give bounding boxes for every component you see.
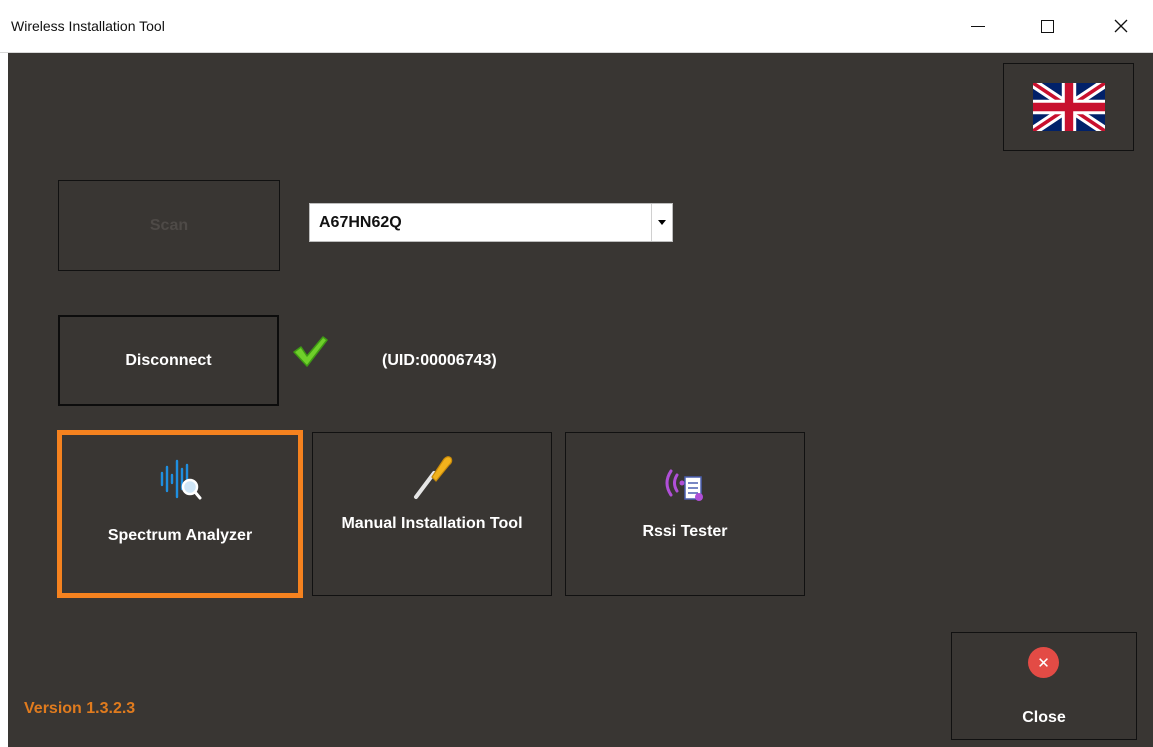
minimize-icon (971, 25, 985, 27)
checkmark-icon (293, 336, 328, 367)
close-icon (1114, 19, 1128, 33)
title-bar: Wireless Installation Tool (0, 0, 1153, 53)
maximize-icon (1040, 19, 1054, 33)
spectrum-analyzer-label: Spectrum Analyzer (107, 527, 253, 544)
rssi-tester-icon (665, 469, 703, 501)
client-area: Scan A67HN62Q Disconnect (UID:00006743) (8, 53, 1153, 747)
window-title: Wireless Installation Tool (11, 18, 165, 34)
uk-flag-icon (1032, 83, 1105, 131)
dropdown-arrow[interactable] (651, 204, 672, 241)
window-close-button[interactable] (1098, 0, 1144, 52)
scan-button[interactable]: Scan (58, 180, 280, 271)
disconnect-button[interactable]: Disconnect (58, 315, 279, 406)
manual-installation-tool-label: Manual Installation Tool (341, 515, 523, 532)
device-select-value: A67HN62Q (319, 214, 402, 231)
screwdriver-icon (414, 456, 453, 499)
close-button[interactable]: ✕ Close (951, 632, 1137, 740)
close-label: Close (1022, 709, 1066, 726)
version-label: Version 1.3.2.3 (24, 700, 136, 717)
rssi-tester-button[interactable]: Rssi Tester (565, 432, 805, 596)
maximize-button[interactable] (1024, 0, 1070, 52)
device-select[interactable]: A67HN62Q (309, 203, 673, 242)
manual-installation-tool-button[interactable]: Manual Installation Tool (312, 432, 552, 596)
close-circle-icon: ✕ (1028, 647, 1059, 678)
chevron-down-icon (658, 220, 666, 225)
language-button[interactable] (1003, 63, 1134, 151)
device-uid: (UID:00006743) (382, 352, 497, 369)
rssi-tester-label: Rssi Tester (642, 523, 728, 540)
spectrum-analyzer-icon (160, 459, 202, 500)
minimize-button[interactable] (955, 0, 1001, 52)
spectrum-analyzer-button[interactable]: Spectrum Analyzer (57, 430, 303, 598)
app-window: Wireless Installation Tool Scan A67HN62Q… (0, 0, 1153, 747)
